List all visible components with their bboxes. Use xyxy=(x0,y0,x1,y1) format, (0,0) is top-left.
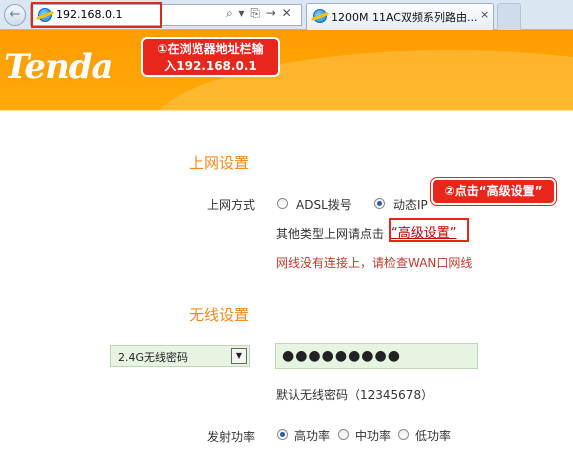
band-select-value[interactable]: 2.4G无线密码 xyxy=(118,349,188,365)
address-highlight-box xyxy=(31,2,162,28)
tenda-logo: Tenda xyxy=(4,47,114,87)
radio-adsl-label[interactable]: ADSL拨号 xyxy=(296,196,352,213)
radio-dynamic-ip[interactable] xyxy=(374,198,385,209)
radio-power-high-label[interactable]: 高功率 xyxy=(294,427,330,444)
internet-section-title: 上网设置 xyxy=(189,154,250,172)
tab-favicon-icon xyxy=(313,9,327,23)
radio-power-mid[interactable] xyxy=(338,429,349,440)
tx-power-label: 发射功率 xyxy=(206,430,255,444)
radio-power-high[interactable] xyxy=(277,429,288,440)
radio-dynamic-ip-label[interactable]: 动态IP xyxy=(393,196,428,213)
back-button[interactable]: ← xyxy=(4,4,26,26)
step1-line2: 入192.168.0.1 xyxy=(164,59,257,73)
tab-close-icon[interactable]: × xyxy=(480,8,489,21)
tab-title[interactable]: 1200M 11AC双频系列路由... xyxy=(331,9,477,25)
radio-adsl[interactable] xyxy=(277,198,288,209)
wireless-section-title: 无线设置 xyxy=(189,306,250,324)
advanced-link-highlight xyxy=(389,218,469,242)
connection-mode-label: 上网方式 xyxy=(206,198,255,212)
wifi-password-field[interactable]: ●●●●●●●●● xyxy=(275,343,478,369)
default-password-hint: 默认无线密码（12345678） xyxy=(276,388,434,402)
radio-power-low[interactable] xyxy=(398,429,409,440)
step2-callout: ②点击“高级设置” xyxy=(431,178,556,205)
step1-line1: ①在浏览器地址栏输 xyxy=(157,42,264,56)
wan-warning: 网线没有连接上，请检查WAN口网线 xyxy=(276,256,473,270)
new-tab-button[interactable] xyxy=(497,3,521,30)
chevron-down-icon[interactable]: ▼ xyxy=(231,348,247,364)
radio-power-low-label[interactable]: 低功率 xyxy=(415,427,451,444)
header-divider xyxy=(0,110,573,111)
address-tools-icons[interactable]: ⌕ ▾ ⎘ → ✕ xyxy=(226,6,293,21)
step1-callout: ①在浏览器地址栏输 入192.168.0.1 xyxy=(141,37,280,77)
other-types-text: 其他类型上网请点击 xyxy=(276,227,385,241)
radio-power-mid-label[interactable]: 中功率 xyxy=(355,427,391,444)
